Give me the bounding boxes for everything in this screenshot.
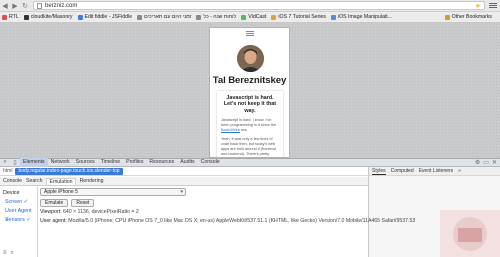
device-mode-icon[interactable]: ▯ <box>10 158 20 167</box>
user-agent-value: Mozilla/5.0 (iPhone; CPU iPhone OS 7_0 l… <box>68 217 416 224</box>
drawer-tabs: Console Search Emulation Rendering <box>0 177 368 186</box>
article-card: Javascript is hard. Let's not keep it th… <box>217 91 283 157</box>
forward-icon[interactable]: ▶ <box>10 1 20 11</box>
emulation-panel: Apple iPhone 5 Emulate Reset Viewport: 6… <box>40 188 415 257</box>
other-bookmarks[interactable]: Other Bookmarks <box>444 14 492 20</box>
bookmark-favicon <box>330 14 336 20</box>
sidebar-item-sensors[interactable]: Sensors ✓ <box>3 216 37 225</box>
article-text: Javascript is hard. I know. I've been pr… <box>221 118 277 128</box>
bookmark-item[interactable]: Edit fiddle - JSFiddle <box>77 14 133 20</box>
bookmarks-bar: RTL cloudkite/Masonry Edit fiddle - JSFi… <box>0 12 500 23</box>
breadcrumb-item[interactable]: html <box>0 168 15 174</box>
bookmark-label: iOS Image Manipulati... <box>337 14 392 20</box>
bookmark-item[interactable]: iOS 7 Tutorial Series <box>271 14 326 20</box>
emulated-device-screen: Tal Bereznitskey Javascript is hard. Let… <box>209 27 290 158</box>
drawer-tab-rendering[interactable]: Rendering <box>80 178 104 184</box>
bookmark-label: לוחות שנה - כל <box>203 14 237 20</box>
tab-profiles[interactable]: Profiles <box>123 158 146 167</box>
bookmark-label: זמני היום עם תאריכים <box>144 14 192 20</box>
article-text: era. <box>239 128 248 133</box>
devtools-status-bar: ≡ ⌕ <box>0 249 368 257</box>
devtools-toolbar: ⌕ ▯ Elements Network Sources Timeline Pr… <box>0 158 500 167</box>
article-paragraph: Yeah, it was only a few lines of code ba… <box>221 137 276 157</box>
bookmark-star-icon[interactable]: ★ <box>475 2 481 10</box>
sidebar-item-user-agent[interactable]: User Agent ✓ <box>3 207 37 223</box>
drawer-tab-console[interactable]: Console <box>3 178 22 184</box>
url-input[interactable]: berzniz.com ★ <box>33 1 485 10</box>
other-bookmarks-label: Other Bookmarks <box>451 14 492 20</box>
tab-resources[interactable]: Resources <box>146 158 177 167</box>
bookmark-item[interactable]: cloudkite/Masonry <box>23 14 73 20</box>
console-drawer-icon[interactable]: ≡ <box>3 250 7 256</box>
bookmark-label: iOS 7 Tutorial Series <box>278 14 326 20</box>
user-agent-label: User agent: <box>40 217 67 224</box>
address-bar-row: ◀ ▶ ↻ berzniz.com ★ <box>0 0 500 12</box>
dock-icon[interactable]: ▭ <box>483 159 489 166</box>
tab-sources[interactable]: Sources <box>73 158 98 167</box>
tab-console[interactable]: Console <box>198 158 223 167</box>
tab-event-listeners[interactable]: Event Listeners <box>419 168 453 174</box>
user-agent-row: User agent: Mozilla/5.0 (iPhone; CPU iPh… <box>40 217 415 225</box>
reset-button[interactable]: Reset <box>71 199 95 207</box>
folder-icon <box>444 14 450 20</box>
article-link[interactable]: BackUWeb <box>221 128 240 132</box>
breadcrumb-item-selected[interactable]: body.regular.index-page.touch.ios.slende… <box>15 167 123 175</box>
viewport-row: Viewport: 640 × 1136, devicePixelRatio =… <box>40 209 368 216</box>
bookmark-label: VidCast <box>248 14 267 20</box>
search-icon[interactable]: ⌕ <box>11 250 14 257</box>
emulate-button[interactable]: Emulate <box>40 199 69 207</box>
tab-network[interactable]: Network <box>48 158 73 167</box>
page-viewport: Tal Bereznitskey Javascript is hard. Let… <box>0 23 500 158</box>
avatar <box>237 45 264 72</box>
sidebar-item-screen[interactable]: Screen ✓ <box>3 198 37 207</box>
viewport-label: Viewport: <box>40 209 62 215</box>
profile-name: Tal Bereznitskey <box>212 75 287 86</box>
bookmark-item[interactable]: RTL <box>2 14 19 20</box>
bookmark-favicon <box>2 14 7 20</box>
reload-icon[interactable]: ↻ <box>20 1 30 11</box>
tab-computed[interactable]: Computed <box>391 168 414 174</box>
page-icon <box>37 2 42 9</box>
url-text: berzniz.com <box>45 2 78 9</box>
bookmark-item[interactable]: לוחות שנה - כל <box>196 14 236 20</box>
bookmark-item[interactable]: VidCast <box>241 14 266 20</box>
viewport-value: 640 × 1136, devicePixelRatio = 2 <box>62 209 139 215</box>
emulation-sidebar: Device Screen ✓ User Agent ✓ Sensors ✓ <box>0 186 38 257</box>
bookmark-favicon <box>241 14 247 20</box>
bookmark-label: RTL <box>9 14 19 20</box>
settings-gear-icon[interactable]: ⚙ <box>475 159 480 166</box>
drawer-tab-emulation[interactable]: Emulation <box>46 177 76 185</box>
bookmark-item[interactable]: זמני היום עם תאריכים <box>137 14 191 20</box>
watermark-image <box>440 210 500 257</box>
article-title: Javascript is hard. Let's not keep it th… <box>223 95 277 114</box>
styles-pane-tabs: Styles Computed Event Listeners » <box>368 167 500 176</box>
bookmark-favicon <box>23 14 29 20</box>
article-paragraph: Javascript is hard. I know. I've been pr… <box>221 118 279 133</box>
inspect-icon[interactable]: ⌕ <box>0 158 10 167</box>
sidebar-item-device[interactable]: Device <box>3 189 37 198</box>
bookmark-label: Edit fiddle - JSFiddle <box>84 14 133 20</box>
bookmark-item[interactable]: iOS Image Manipulati... <box>330 14 392 20</box>
drawer-tab-search[interactable]: Search <box>26 178 42 184</box>
bookmark-favicon <box>196 14 202 20</box>
bookmark-favicon <box>77 14 83 20</box>
more-tabs-icon[interactable]: » <box>458 168 461 174</box>
close-icon[interactable]: ✕ <box>492 159 497 166</box>
breadcrumb: html body.regular.index-page.touch.ios.s… <box>0 167 368 176</box>
tab-timeline[interactable]: Timeline <box>98 158 123 167</box>
bookmark-label: cloudkite/Masonry <box>30 14 73 20</box>
hamburger-menu-icon[interactable] <box>246 31 254 36</box>
tab-audits[interactable]: Audits <box>177 158 197 167</box>
bookmark-favicon <box>271 14 277 20</box>
browser-menu-icon[interactable] <box>489 3 497 8</box>
bookmark-favicon <box>137 14 143 20</box>
back-icon[interactable]: ◀ <box>0 1 10 11</box>
tab-elements[interactable]: Elements <box>20 158 48 167</box>
device-select[interactable]: Apple iPhone 5 <box>40 188 186 196</box>
tab-styles[interactable]: Styles <box>372 168 386 175</box>
